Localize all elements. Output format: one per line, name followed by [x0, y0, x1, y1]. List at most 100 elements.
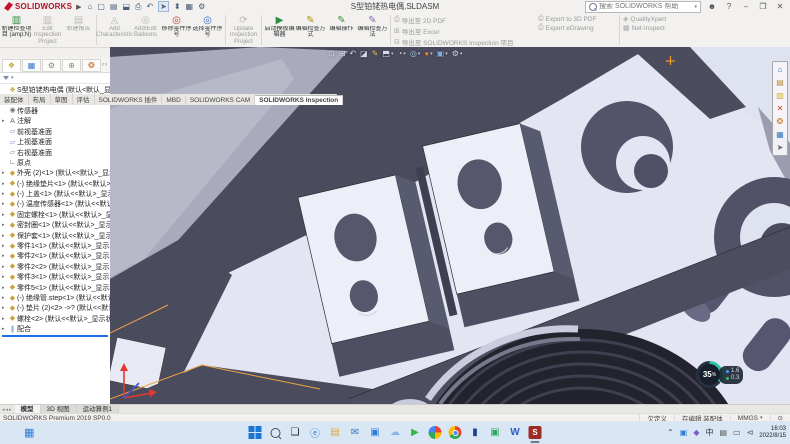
tree-item-part[interactable]: ▸◆零件2<1> (默认<<默认>_显示状态 [0, 251, 110, 261]
export-2d-pdf-item[interactable]: ⎙ 导出至 2D PDF [394, 15, 534, 25]
tab-assembly[interactable]: 装配体 [0, 93, 29, 105]
help-button[interactable]: ? [723, 2, 735, 11]
open-file-icon[interactable]: ▤ [110, 2, 118, 11]
export-excel-item[interactable]: ⊞ 导出至 Excel [394, 26, 534, 36]
mail-icon[interactable]: ✉ [348, 425, 363, 440]
save-icon[interactable]: ⬓ [122, 2, 130, 11]
restore-button[interactable]: ❐ [757, 2, 769, 11]
tab-addins[interactable]: SOLIDWORKS 插件 [95, 93, 163, 105]
xpress-tools-icon[interactable]: ✕ [777, 104, 784, 113]
store-icon[interactable]: ▣ [368, 425, 383, 440]
taskbar-clock[interactable]: 16:03 2022/8/15 [759, 426, 786, 440]
edit-inspection-methods-button[interactable]: ✎ 编辑检查方法 [357, 14, 388, 46]
launch-template-editor-button[interactable]: ▶ 启动模板编辑器 [264, 14, 295, 46]
display-manager-tab-icon[interactable]: ❂ [82, 59, 101, 72]
touch-keyboard-icon[interactable]: ▤ [719, 428, 727, 437]
section-view-icon[interactable]: ◪ [360, 49, 368, 58]
tree-item-part[interactable]: ▸◆零件1<1> (默认<<默认>_显示状态 [0, 241, 110, 251]
select-balloons-button[interactable]: ◎ 选择零件序号 [192, 14, 223, 46]
reader-app-icon[interactable]: ▮ [468, 425, 483, 440]
previous-view-icon[interactable]: ↶ [349, 49, 356, 58]
file-properties-icon[interactable]: ▦ [186, 2, 194, 11]
tree-item-part[interactable]: ▸◆零件2<2> (默认<<默认>_显示状态 [0, 262, 110, 272]
display-style-icon[interactable]: ◔▾ [397, 49, 405, 58]
tree-item-origin[interactable]: ∟原点 [0, 158, 110, 168]
panel-tab-next-icon[interactable]: › [105, 62, 107, 68]
task-view-icon[interactable]: ❏ [288, 425, 303, 440]
view-settings-icon[interactable]: ⚙▾ [452, 49, 463, 58]
update-inspection-project-button[interactable]: ⟳ Update Inspection Project [228, 14, 259, 46]
tree-item-part[interactable]: ▸◆(-) 垫片 (2)<2> ->? (默认<<默认> [0, 303, 110, 313]
add-edit-balloons-button[interactable]: ◎ Add/Edit Balloons [130, 14, 161, 46]
home-icon[interactable]: ⌂ [88, 2, 93, 11]
export-inspection-project-item[interactable]: ⊟ 导出至 SOLIDWORKS Inspection 项目 [394, 37, 534, 47]
export-edrawing-item[interactable]: ⎙ Export eDrawing [538, 24, 616, 32]
filter-dropdown-icon[interactable]: ▾ [11, 75, 14, 81]
edge-icon[interactable]: ⓔ [308, 425, 323, 440]
hide-show-items-icon[interactable]: ◎▾ [410, 49, 421, 58]
menu-flyout-arrow[interactable]: ▶ [76, 3, 81, 11]
dynamic-annotation-icon[interactable]: ✎ [372, 49, 379, 58]
qualityxpert-item[interactable]: ◈ QualityXpert [623, 15, 685, 23]
view-palette-icon[interactable]: ▦ [776, 130, 784, 139]
tree-item-part[interactable]: ▸◆保护套<1> (默认<<默认>_显示状态 [0, 230, 110, 240]
remove-balloons-button[interactable]: ◎ 移除零件序号 [161, 14, 192, 46]
video-app-icon[interactable]: ▶ [408, 425, 423, 440]
net-inspect-item[interactable]: ▦ Net-Inspect [623, 24, 685, 32]
help-search-box[interactable]: ▾ [585, 1, 701, 13]
tree-item-part[interactable]: ▸◆(-) 上盖<1> (默认<<默认>_显示状态 [0, 189, 110, 199]
property-manager-tab-icon[interactable]: ▦ [22, 59, 41, 72]
tree-item-part[interactable]: ▸◆螺栓<2> (默认<<默认>_显示状态 [0, 314, 110, 324]
minimize-button[interactable]: – [740, 2, 752, 11]
options-gear-icon[interactable]: ⚙ [198, 2, 205, 11]
tree-item-front-plane[interactable]: ▱前视基准面 [0, 127, 110, 137]
tree-item-top-plane[interactable]: ▱上视基准面 [0, 137, 110, 147]
tree-filter[interactable]: ▾ [0, 73, 110, 84]
new-inspection-project-button[interactable]: ▥ 新建检查项目 (amp;N) [1, 14, 32, 46]
zoom-area-icon[interactable]: ⊞ [339, 49, 346, 58]
tree-item-mates[interactable]: ▸∥配合 [0, 324, 110, 334]
zoom-fit-icon[interactable]: ⊡ [328, 49, 335, 58]
edit-methods-button[interactable]: ✎ 编辑检查方式 [295, 14, 326, 46]
chrome-icon[interactable] [448, 425, 463, 440]
tab-sketch[interactable]: 草图 [51, 93, 73, 105]
export-3d-pdf-item[interactable]: ⎙ Export to 3D PDF [538, 15, 616, 23]
file-explorer-icon[interactable]: ▧ [776, 91, 784, 100]
dimxpert-manager-tab-icon[interactable]: ⊕ [62, 59, 81, 72]
add-characteristic-button[interactable]: ◬ Add Characteristic [99, 14, 130, 46]
tab-solidworks-inspection[interactable]: SOLIDWORKS Inspection [255, 95, 343, 105]
ime-indicator[interactable]: 中 [705, 427, 713, 438]
search-input[interactable] [599, 3, 692, 10]
solidworks-resources-icon[interactable]: ⌂ [778, 65, 783, 74]
cast-icon[interactable]: ▭ [733, 428, 741, 437]
search-dropdown-icon[interactable]: ▾ [694, 4, 697, 10]
login-user-icon[interactable]: ☻ [706, 2, 718, 11]
tree-item-part[interactable]: ▸◆(-) 绝缘垫片<1> (默认<<默认>_显示状态 [0, 179, 110, 189]
apply-scene-icon[interactable]: ▣▾ [437, 49, 448, 58]
tree-item-sensors[interactable]: ◉传感器 [0, 106, 110, 116]
edit-appearance-icon[interactable]: ●▾ [424, 49, 432, 58]
new-report-button[interactable]: ▤ 新建报告 [63, 14, 94, 46]
feature-tree-tab-icon[interactable]: ❖ [2, 59, 21, 72]
edit-operations-button[interactable]: ✎ 编辑操作 [326, 14, 357, 46]
solidworks-taskbar-icon[interactable]: S [528, 425, 543, 440]
tree-item-part[interactable]: ▸◆固定螺栓<1> (默认<<默认>_显示状态 [0, 210, 110, 220]
close-button[interactable]: ✕ [774, 2, 786, 11]
widgets-icon[interactable]: ▦ [24, 426, 34, 439]
file-explorer-taskbar-icon[interactable]: ▤ [328, 425, 343, 440]
onedrive-icon[interactable]: ☁ [388, 425, 403, 440]
select-tool-icon[interactable]: ➤ [158, 1, 169, 12]
tree-item-annotations[interactable]: ▸A注解 [0, 116, 110, 126]
tab-mbd[interactable]: MBD [162, 96, 185, 105]
tray-onedrive-icon[interactable]: ▣ [680, 428, 688, 437]
notes-app-icon[interactable]: ▣ [488, 425, 503, 440]
design-library-icon[interactable]: ▤ [776, 78, 784, 87]
edit-inspection-project-button[interactable]: ▥ Edit Inspection Project [32, 14, 63, 46]
start-button[interactable] [248, 425, 263, 440]
tab-evaluate[interactable]: 评估 [73, 93, 95, 105]
tray-chevron-icon[interactable]: ⌃ [667, 428, 674, 437]
tree-item-part[interactable]: ▸◆(-) 温度传感器<1> (默认<<默认>_显示状态 [0, 199, 110, 209]
tab-scroll-arrows[interactable]: ◂◂▸ [0, 407, 15, 413]
print-icon[interactable]: ⎙ [135, 2, 141, 12]
new-file-icon[interactable]: ▢ [97, 2, 105, 11]
